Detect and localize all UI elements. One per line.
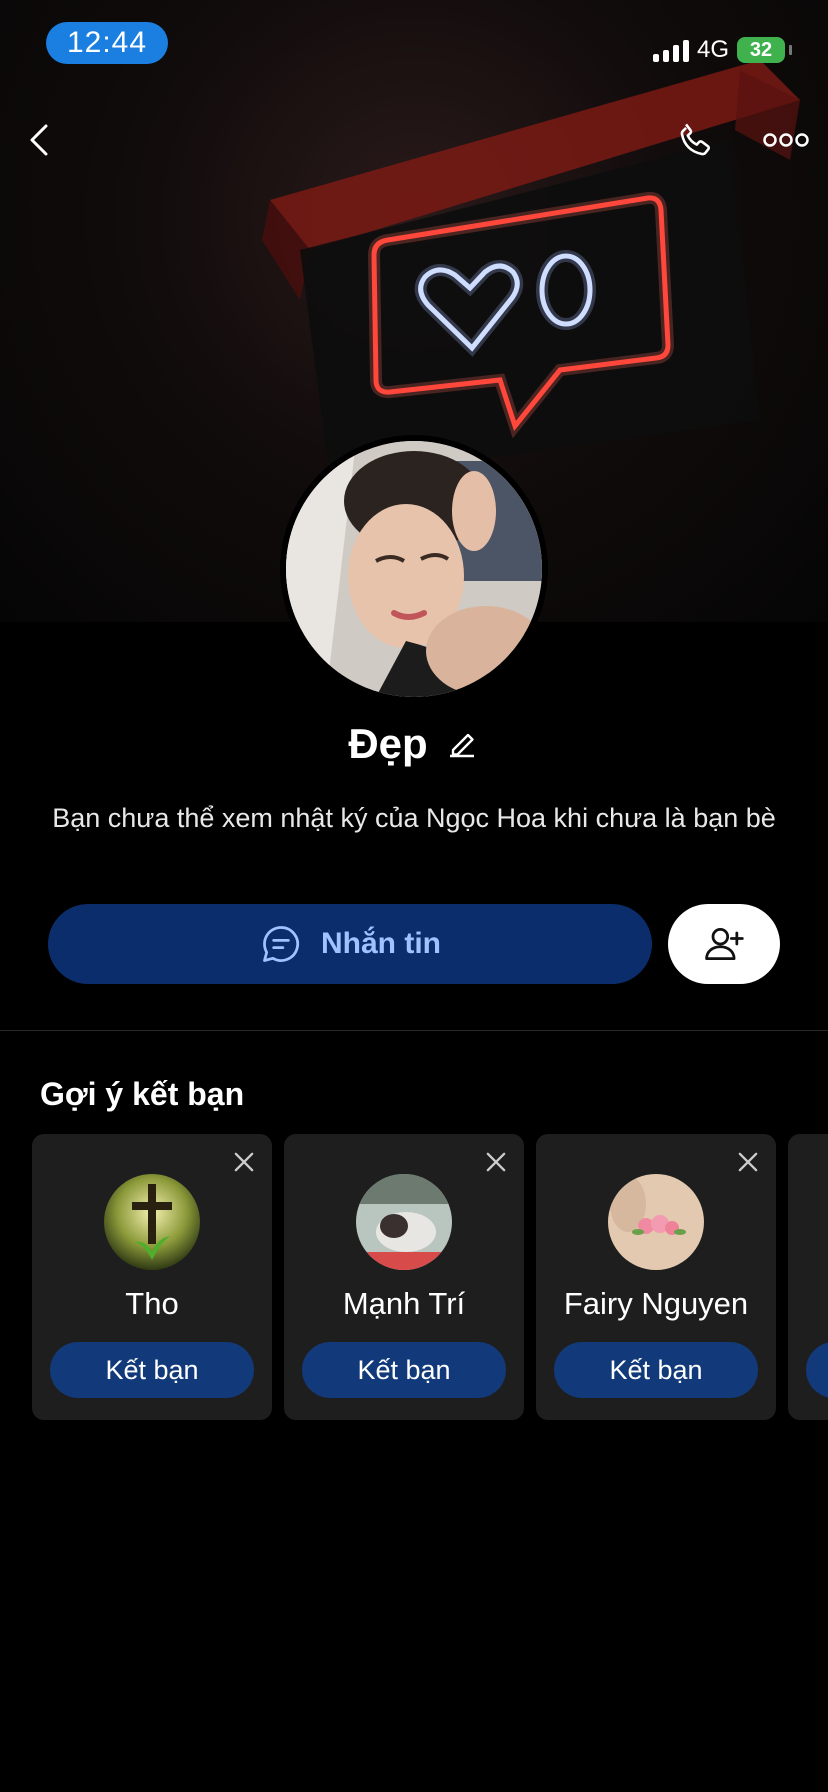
suggestion-card[interactable]: Fairy Nguyen Kết bạn (536, 1134, 776, 1420)
add-friend-suggestion-button[interactable]: Kết bạn (50, 1342, 254, 1398)
close-icon[interactable] (230, 1148, 258, 1176)
battery-level: 32 (749, 39, 773, 61)
guinea-pig-photo (356, 1174, 452, 1270)
close-icon[interactable] (734, 1148, 762, 1176)
suggestions-title: Gợi ý kết bạn (40, 1076, 245, 1112)
suggestion-name: Tho (125, 1286, 179, 1321)
more-dots-icon (763, 133, 809, 147)
profile-name-row: Đẹp (0, 720, 828, 768)
avatar (286, 441, 542, 697)
close-icon[interactable] (482, 1148, 510, 1176)
edit-pencil-icon[interactable] (444, 726, 480, 762)
chevron-left-icon (30, 124, 48, 156)
add-friend-suggestion-button[interactable]: Kết bạn (302, 1342, 506, 1398)
suggestion-card[interactable]: Tho Kết bạn (32, 1134, 272, 1420)
suggestion-card[interactable]: Mạnh Trí Kết bạn (284, 1134, 524, 1420)
signal-icon (652, 38, 689, 62)
phone-icon (680, 123, 711, 156)
section-divider (0, 1030, 828, 1031)
battery-nub (789, 45, 792, 55)
call-button[interactable] (666, 110, 726, 170)
privacy-notice: Bạn chưa thể xem nhật ký của Ngọc Hoa kh… (52, 803, 776, 833)
suggestion-avatar (608, 1174, 704, 1270)
back-button[interactable] (10, 110, 70, 170)
more-options-button[interactable] (756, 110, 816, 170)
friend-suggestions-list[interactable]: Tho Kết bạn Mạnh Trí Kết bạn Fairy Nguye… (32, 1134, 828, 1422)
add-user-icon (705, 927, 744, 961)
suggestion-avatar (104, 1174, 200, 1270)
profile-name: Đẹp (348, 720, 428, 767)
chat-bubble-icon (263, 926, 300, 962)
message-button-label: Nhắn tin (321, 927, 441, 960)
avatar-photo (286, 441, 542, 697)
message-button[interactable]: Nhắn tin (48, 904, 652, 984)
add-friend-suggestion-button[interactable]: Kết bạn (554, 1342, 758, 1398)
add-friend-button[interactable] (668, 904, 780, 984)
suggestion-avatar (356, 1174, 452, 1270)
suggestion-card-partial[interactable] (788, 1134, 828, 1420)
suggestion-name: Fairy Nguyen (563, 1286, 749, 1321)
cross-plant-photo (104, 1174, 200, 1270)
suggestion-name: Mạnh Trí (342, 1286, 466, 1321)
status-indicators: 4G 32 (652, 32, 792, 68)
status-time: 12:44 (46, 22, 168, 64)
add-friend-suggestion-button[interactable] (806, 1342, 828, 1398)
avatar-frame[interactable] (280, 435, 548, 703)
battery-icon: 32 (737, 37, 785, 63)
network-type: 4G (696, 36, 729, 63)
roses-photo (608, 1174, 704, 1270)
